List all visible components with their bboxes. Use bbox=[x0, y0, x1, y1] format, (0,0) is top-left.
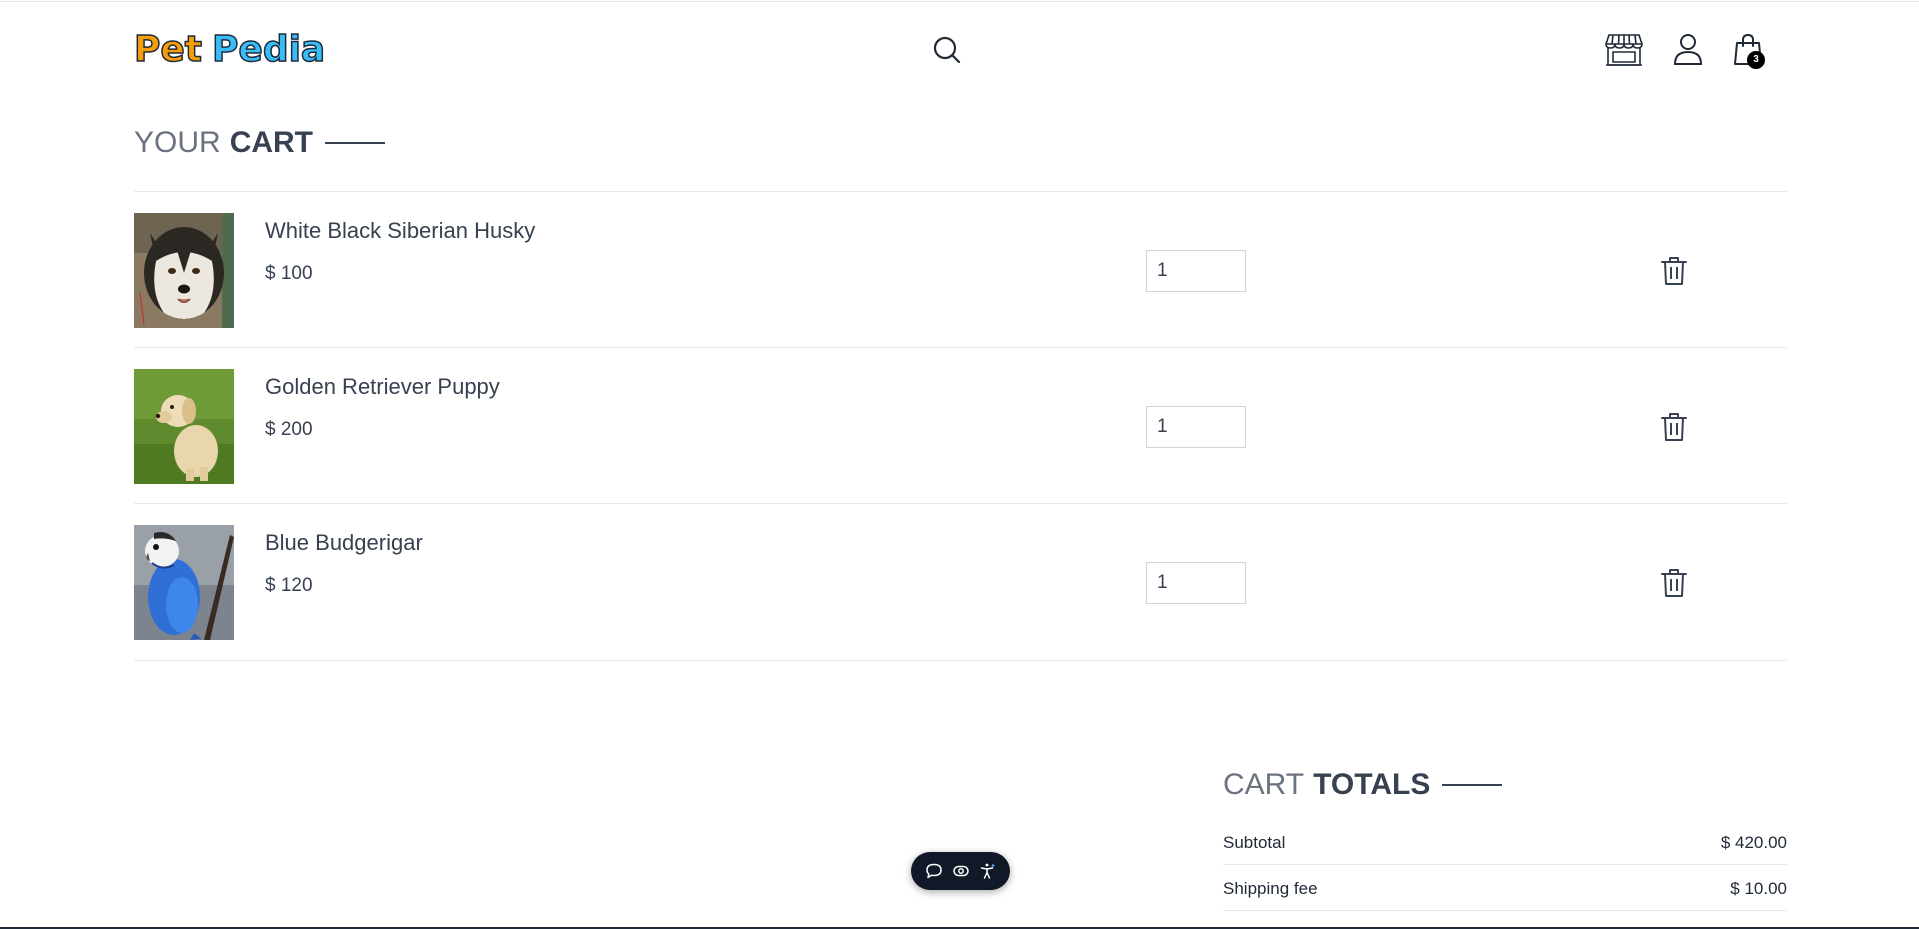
cart-section-title: YOUR CART bbox=[134, 125, 386, 161]
page: Pet Pedia 3 YOUR CART White Black Siberi… bbox=[0, 0, 1919, 929]
shipping-fee-value: $ 10.00 bbox=[1730, 879, 1787, 898]
cart-item-row: Blue Budgerigar $ 120 bbox=[134, 503, 1787, 661]
product-image-golden-retriever[interactable] bbox=[134, 369, 234, 484]
quantity-input[interactable] bbox=[1146, 406, 1246, 448]
shipping-fee-row: Shipping fee $ 10.00 bbox=[1223, 865, 1787, 911]
item-price: $ 100 bbox=[265, 263, 313, 284]
cart-totals-table: Subtotal $ 420.00 Shipping fee $ 10.00 bbox=[1223, 819, 1787, 911]
site-header: Pet Pedia 3 bbox=[133, 22, 1787, 82]
logo-text-pet: Pet bbox=[133, 29, 203, 71]
user-icon[interactable] bbox=[1672, 32, 1704, 66]
title-dash bbox=[325, 142, 386, 144]
trash-icon[interactable] bbox=[1660, 568, 1688, 598]
cart-title-light: YOUR bbox=[134, 126, 221, 159]
top-divider bbox=[0, 1, 1919, 2]
cart-title-bold: CART bbox=[229, 126, 314, 159]
cart-count-badge: 3 bbox=[1747, 51, 1765, 69]
accessibility-icon[interactable] bbox=[977, 861, 997, 881]
item-price: $ 120 bbox=[265, 575, 313, 596]
product-image-husky[interactable] bbox=[134, 213, 234, 328]
cart-item-row: White Black Siberian Husky $ 100 bbox=[134, 191, 1787, 347]
trash-icon[interactable] bbox=[1660, 412, 1688, 442]
totals-section-title: CART TOTALS bbox=[1223, 767, 1503, 803]
title-dash bbox=[1442, 784, 1503, 786]
site-logo[interactable]: Pet Pedia bbox=[133, 29, 326, 71]
totals-title-light: CART bbox=[1223, 768, 1305, 801]
subtotal-value: $ 420.00 bbox=[1720, 833, 1787, 852]
totals-title-bold: TOTALS bbox=[1313, 768, 1431, 801]
search-icon[interactable] bbox=[931, 34, 963, 66]
chat-icon[interactable] bbox=[924, 861, 944, 881]
product-image-budgerigar[interactable] bbox=[134, 525, 234, 640]
logo-text-pedia: Pedia bbox=[211, 29, 326, 71]
subtotal-row: Subtotal $ 420.00 bbox=[1223, 819, 1787, 865]
item-name[interactable]: White Black Siberian Husky bbox=[265, 218, 535, 244]
item-name[interactable]: Blue Budgerigar bbox=[265, 530, 423, 556]
item-price: $ 200 bbox=[265, 419, 313, 440]
floating-toolbar bbox=[911, 852, 1010, 890]
shop-icon[interactable] bbox=[1604, 32, 1644, 68]
cart-item-row: Golden Retriever Puppy $ 200 bbox=[134, 347, 1787, 503]
item-name[interactable]: Golden Retriever Puppy bbox=[265, 374, 500, 400]
quantity-input[interactable] bbox=[1146, 562, 1246, 604]
quantity-input[interactable] bbox=[1146, 250, 1246, 292]
trash-icon[interactable] bbox=[1660, 256, 1688, 286]
shipping-fee-label: Shipping fee bbox=[1223, 879, 1318, 898]
cart-items-list: White Black Siberian Husky $ 100 1 Golde… bbox=[134, 191, 1787, 661]
eye-icon[interactable] bbox=[951, 861, 971, 881]
subtotal-label: Subtotal bbox=[1223, 833, 1286, 852]
